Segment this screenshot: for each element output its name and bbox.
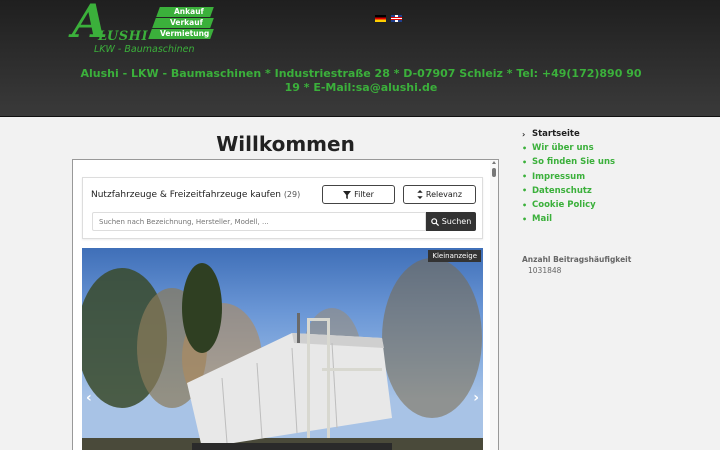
classified-badge: Kleinanzeige (428, 250, 481, 262)
truck-trailer-photo (82, 258, 483, 450)
frame-scrollbar[interactable] (490, 160, 498, 450)
sidebar-item-label: Startseite (532, 129, 580, 140)
scroll-up-arrow-icon[interactable] (492, 161, 496, 164)
search-button[interactable]: Suchen (426, 212, 476, 231)
sidebar-item-label: Mail (532, 214, 553, 225)
funnel-icon (343, 190, 352, 199)
chevron-left-icon[interactable]: ‹ (86, 390, 92, 406)
visitor-counter-value: 1031848 (528, 266, 562, 275)
sidebar-item-impressum[interactable]: • Impressum (522, 170, 712, 184)
german-flag-icon[interactable] (375, 15, 386, 22)
uk-flag-icon[interactable] (391, 15, 402, 22)
listing-count: (29) (283, 190, 301, 199)
bullet-icon: • (522, 186, 528, 196)
sort-button[interactable]: Relevanz (403, 185, 476, 204)
sidebar-item-startseite[interactable]: › Startseite (522, 127, 712, 141)
contact-line: Alushi - LKW - Baumaschinen * Industries… (80, 67, 642, 94)
bullet-icon: • (522, 157, 528, 167)
sidebar-item-datenschutz[interactable]: • Datenschutz (522, 184, 712, 198)
sidebar-item-wir-ueber-uns[interactable]: • Wir über uns (522, 141, 712, 155)
site-header: A LUSHI LKW - Baumaschinen Ankauf Verkau… (0, 0, 720, 117)
sort-arrows-icon (417, 190, 423, 199)
sidebar-item-mail[interactable]: • Mail (522, 212, 712, 226)
sidebar-item-label: Impressum (532, 171, 586, 182)
sidebar-item-label: Cookie Policy (532, 200, 596, 211)
logo-tag-ankauf: Ankauf (156, 7, 214, 17)
main-content: Willkommen Nutzfahrzeuge & Freizeitfahrz… (72, 118, 499, 450)
sidebar-item-label: So finden Sie uns (532, 157, 616, 168)
sidebar-item-label: Wir über uns (532, 143, 594, 154)
visitor-counter-label: Anzahl Beitragshäufigkeit (522, 255, 632, 264)
search-card: Nutzfahrzeuge & Freizeitfahrzeuge kaufen… (82, 177, 483, 239)
bullet-icon: • (522, 172, 528, 182)
logo-tag-vermietung: Vermietung (148, 29, 214, 39)
site-logo[interactable]: A LUSHI LKW - Baumaschinen Ankauf Verkau… (72, 0, 214, 56)
sidebar-nav: › Startseite • Wir über uns • So finden … (522, 127, 712, 226)
bullet-icon: • (522, 143, 528, 153)
listing-heading-text: Nutzfahrzeuge & Freizeitfahrzeuge kaufen (91, 190, 281, 200)
scrollbar-thumb[interactable] (492, 168, 496, 177)
filter-button[interactable]: Filter (322, 185, 395, 204)
chevron-right-icon: › (522, 129, 526, 139)
sidebar-item-cookie-policy[interactable]: • Cookie Policy (522, 198, 712, 212)
bullet-icon: • (522, 200, 528, 210)
logo-subtitle: LKW - Baumaschinen (94, 44, 195, 55)
filter-button-label: Filter (354, 190, 374, 199)
logo-tag-verkauf: Verkauf (152, 18, 214, 28)
vehicle-listing-frame[interactable]: Nutzfahrzeuge & Freizeitfahrzeuge kaufen… (72, 159, 499, 450)
search-button-label: Suchen (441, 217, 472, 226)
search-input[interactable] (92, 212, 426, 231)
sidebar-item-so-finden-sie-uns[interactable]: • So finden Sie uns (522, 155, 712, 169)
chevron-right-icon[interactable]: › (473, 390, 479, 406)
logo-name: LUSHI (98, 29, 149, 44)
sort-button-label: Relevanz (425, 190, 463, 199)
sidebar-item-label: Datenschutz (532, 185, 592, 196)
visitor-counter: Anzahl Beitragshäufigkeit 1031848 (522, 255, 631, 275)
language-switcher (375, 15, 402, 22)
search-icon (430, 217, 439, 226)
listing-image[interactable]: Kleinanzeige ‹ › (82, 248, 483, 450)
listing-heading: Nutzfahrzeuge & Freizeitfahrzeuge kaufen… (91, 190, 300, 200)
bullet-icon: • (522, 214, 528, 224)
page-title: Willkommen (216, 132, 355, 156)
